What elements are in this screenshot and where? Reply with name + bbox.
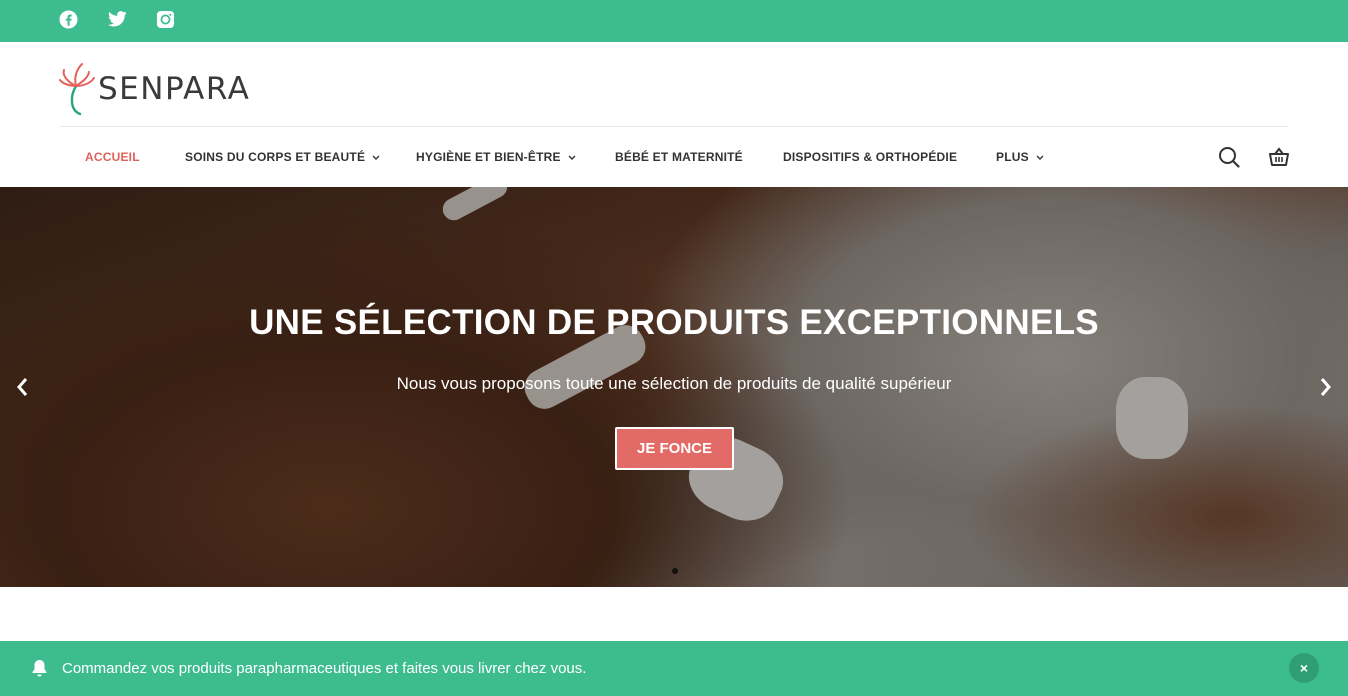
- nav-item-accueil[interactable]: ACCUEIL: [85, 127, 140, 187]
- bell-icon: [29, 658, 49, 678]
- nav-item-plus[interactable]: PLUS: [996, 127, 1044, 187]
- brand-name: SENPARA: [98, 71, 251, 107]
- cart-icon[interactable]: [1267, 145, 1291, 169]
- chevron-down-icon: [568, 155, 576, 160]
- nav-item-dispositifs[interactable]: DISPOSITIFS & ORTHOPÉDIE: [783, 127, 957, 187]
- flower-logo-icon: [59, 63, 95, 116]
- logo[interactable]: SENPARA: [58, 52, 250, 118]
- slider-dot[interactable]: [672, 568, 678, 574]
- twitter-icon[interactable]: [107, 9, 127, 29]
- nav-item-label: SOINS DU CORPS ET BEAUTÉ: [185, 150, 366, 164]
- search-icon[interactable]: [1217, 145, 1241, 169]
- hero-title: UNE SÉLECTION DE PRODUITS EXCEPTIONNELS: [249, 303, 1099, 342]
- hero-subtitle: Nous vous proposons toute une sélection …: [396, 374, 952, 393]
- slider-prev-arrow[interactable]: [10, 375, 34, 399]
- notice-bar: Commandez vos produits parapharmaceutiqu…: [0, 641, 1348, 696]
- chevron-down-icon: [372, 155, 380, 160]
- nav-item-label: DISPOSITIFS & ORTHOPÉDIE: [783, 150, 958, 164]
- nav-item-label: PLUS: [996, 150, 1029, 164]
- chevron-right-icon: [1320, 378, 1331, 396]
- hero-cta-button[interactable]: JE FONCE: [615, 427, 734, 470]
- notice-text: Commandez vos produits parapharmaceutiqu…: [62, 660, 587, 677]
- nav-item-hygiene[interactable]: HYGIÈNE ET BIEN-ÊTRE: [416, 127, 576, 187]
- instagram-icon[interactable]: [155, 9, 175, 29]
- top-bar: [0, 0, 1348, 42]
- site-header: SENPARA ACCUEIL SOINS DU CORPS ET BEAUTÉ…: [0, 42, 1348, 187]
- slider-next-arrow[interactable]: [1314, 375, 1338, 399]
- facebook-icon[interactable]: [58, 9, 78, 29]
- nav-item-bebe[interactable]: BÉBÉ ET MATERNITÉ: [615, 127, 743, 187]
- chevron-left-icon: [17, 378, 28, 396]
- nav-item-label: HYGIÈNE ET BIEN-ÊTRE: [416, 150, 561, 164]
- nav-item-label: BÉBÉ ET MATERNITÉ: [615, 150, 743, 164]
- nav-item-soins-du-corps[interactable]: SOINS DU CORPS ET BEAUTÉ: [185, 127, 380, 187]
- hero-slider: UNE SÉLECTION DE PRODUITS EXCEPTIONNELS …: [0, 187, 1348, 587]
- main-nav: ACCUEIL SOINS DU CORPS ET BEAUTÉ HYGIÈNE…: [0, 127, 1348, 187]
- nav-item-label: ACCUEIL: [85, 150, 140, 164]
- chevron-down-icon: [1036, 155, 1044, 160]
- close-button[interactable]: ×: [1289, 653, 1319, 683]
